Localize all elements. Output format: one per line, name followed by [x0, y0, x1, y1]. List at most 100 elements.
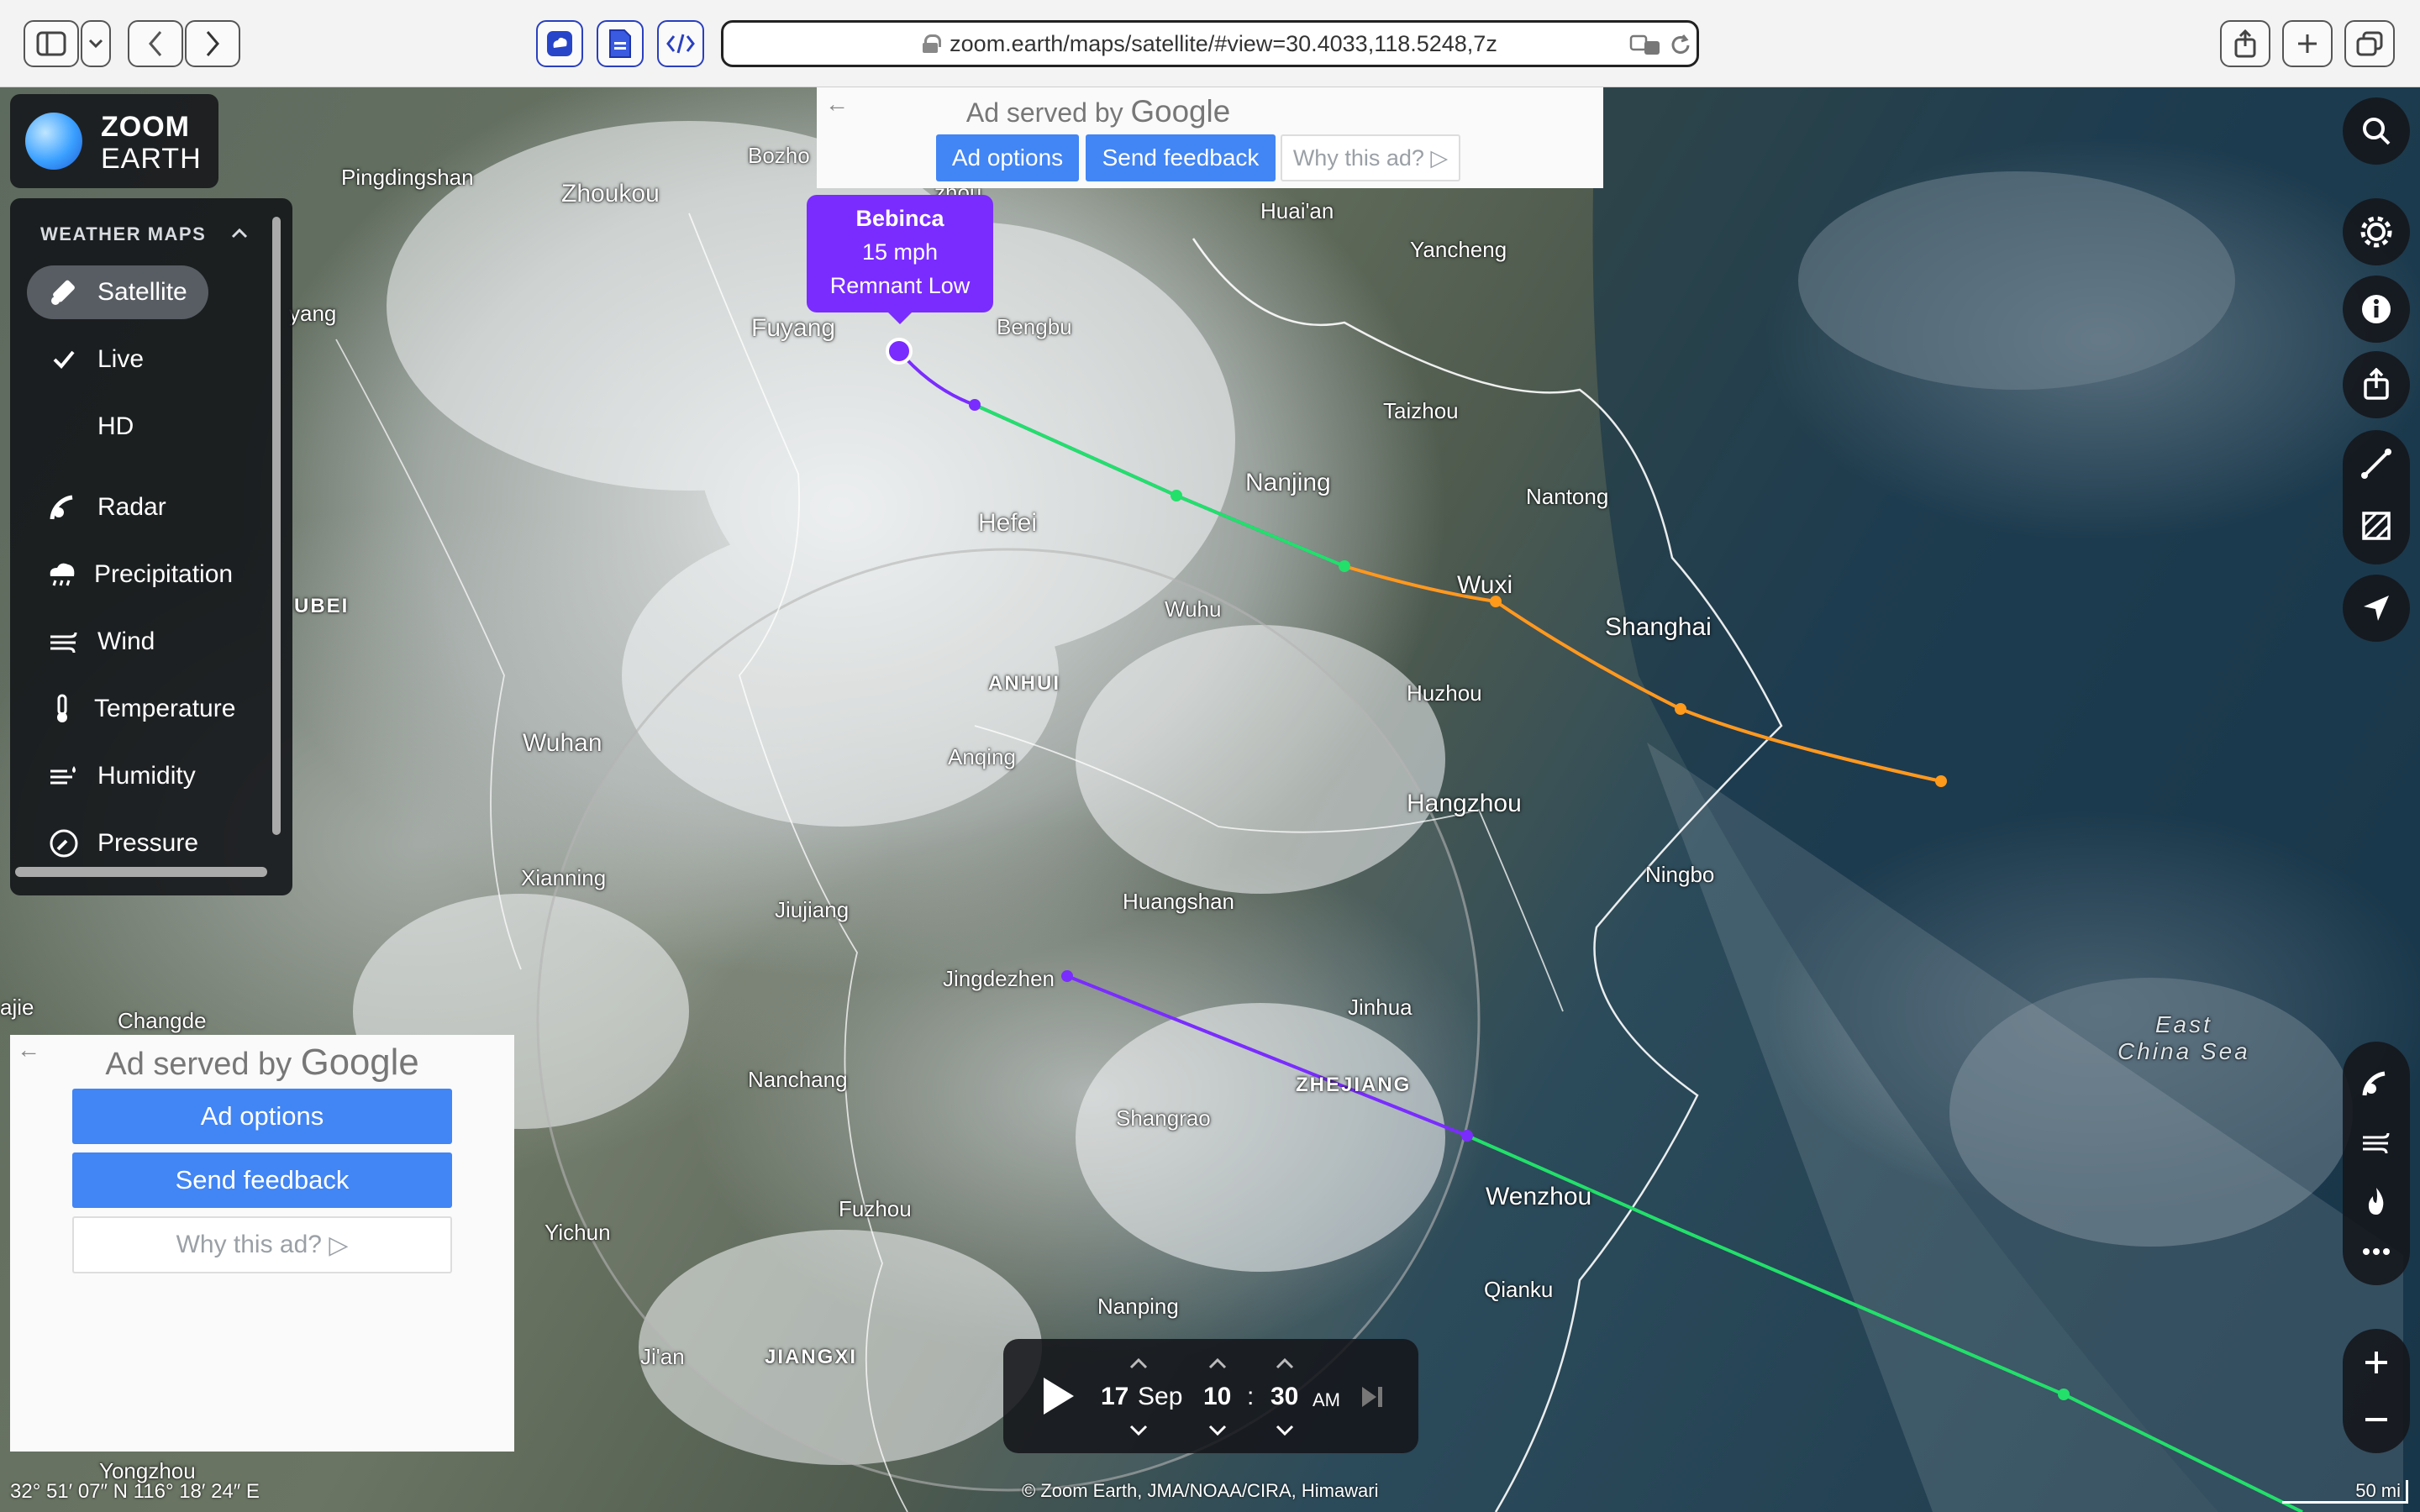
track-point[interactable]: [1461, 1130, 1473, 1142]
layer-satellite[interactable]: Satellite: [27, 265, 208, 319]
sea-label: East China Sea: [2118, 1011, 2250, 1065]
layer-humidity[interactable]: Humidity: [27, 749, 208, 803]
month-value[interactable]: Sep: [1138, 1383, 1182, 1411]
precipitation-icon: [45, 556, 79, 593]
extension-button-1[interactable]: [536, 20, 583, 67]
send-feedback-button[interactable]: Send feedback: [72, 1152, 452, 1208]
storm-speed: 15 mph: [861, 239, 939, 265]
city-label: Taizhou: [1383, 398, 1459, 423]
sidebar-icon: [36, 31, 66, 56]
why-this-ad-button[interactable]: Why this ad? ▷: [1281, 134, 1460, 181]
city-label: Qianku: [1484, 1277, 1554, 1302]
chevron-up-icon[interactable]: [1276, 1357, 1294, 1369]
tab-groups-dropdown[interactable]: [81, 20, 111, 67]
play-icon[interactable]: [1039, 1374, 1077, 1418]
tab-overview-button[interactable]: [2344, 20, 2395, 67]
track-point[interactable]: [1061, 970, 1073, 982]
extension-button-2[interactable]: [597, 20, 644, 67]
radar-overlay-button[interactable]: [2343, 1050, 2410, 1117]
layer-label: Satellite: [97, 278, 187, 306]
chevron-down-icon[interactable]: [1276, 1425, 1294, 1436]
track-point[interactable]: [1339, 560, 1350, 572]
lock-icon: [923, 34, 942, 53]
track-point[interactable]: [969, 399, 981, 411]
why-this-ad-label: Why this ad?: [1292, 144, 1424, 171]
extension-button-3[interactable]: [657, 20, 704, 67]
layer-radar[interactable]: Radar: [27, 480, 208, 534]
share-map-button[interactable]: [2343, 351, 2410, 418]
city-label: Nantong: [1526, 484, 1609, 509]
measure-area-button[interactable]: [2343, 492, 2410, 559]
city-label: Ji'an: [640, 1344, 685, 1369]
layer-pressure[interactable]: Pressure: [27, 816, 208, 870]
ad-options-button[interactable]: Ad options: [936, 134, 1079, 181]
ad-options-button[interactable]: Ad options: [72, 1089, 452, 1144]
city-label: ajie: [0, 995, 34, 1020]
translate-icon[interactable]: [1629, 33, 1663, 58]
layer-temperature[interactable]: Temperature: [27, 682, 235, 736]
zoom-earth-logo[interactable]: ZOOM EARTH: [10, 94, 218, 188]
reload-icon[interactable]: [1668, 33, 1693, 58]
panel-header[interactable]: WEATHER MAPS: [40, 223, 206, 245]
new-tab-button[interactable]: [2282, 20, 2333, 67]
chevron-down-icon[interactable]: [1208, 1425, 1227, 1436]
sea-label-line1: East: [2154, 1011, 2212, 1037]
settings-button[interactable]: [2343, 198, 2410, 265]
day-value[interactable]: 17: [1101, 1383, 1128, 1411]
city-label: Bozho: [748, 143, 810, 168]
city-label: Bengbu: [997, 314, 1072, 339]
city-label: Huzhou: [1407, 680, 1482, 706]
storm-marker[interactable]: [886, 338, 913, 365]
chevron-up-icon[interactable]: [1208, 1357, 1227, 1369]
cursor-coordinates: 32° 51′ 07″ N 116° 18′ 24″ E: [10, 1480, 260, 1503]
city-label: Shanghai: [1605, 613, 1712, 641]
minute-value[interactable]: 30: [1270, 1383, 1298, 1411]
city-label: Huangshan: [1123, 889, 1234, 914]
url-text: zoom.earth/maps/satellite/#view=30.4033,…: [950, 30, 1497, 56]
track-point[interactable]: [1171, 490, 1182, 501]
chevron-down-icon[interactable]: [1129, 1425, 1148, 1436]
track-point[interactable]: [1675, 703, 1686, 715]
zoom-out-button[interactable]: [2343, 1386, 2410, 1453]
pressure-icon: [45, 825, 82, 862]
layer-label: HD: [97, 412, 134, 440]
hour-value[interactable]: 10: [1203, 1383, 1231, 1411]
storm-tooltip[interactable]: Bebinca 15 mph Remnant Low: [807, 195, 993, 324]
back-button[interactable]: [128, 20, 183, 67]
panel-vertical-scrollbar[interactable]: [272, 217, 281, 835]
city-label: Wuhan: [523, 729, 602, 757]
skip-to-latest-icon[interactable]: [1360, 1384, 1385, 1410]
cloud-extension-icon: [547, 31, 572, 56]
more-options-button[interactable]: [2343, 1218, 2410, 1285]
browser-toolbar: zoom.earth/maps/satellite/#view=30.4033,…: [0, 0, 2420, 87]
address-bar[interactable]: zoom.earth/maps/satellite/#view=30.4033,…: [721, 20, 1699, 67]
layer-wind[interactable]: Wind: [27, 615, 208, 669]
chevron-up-icon[interactable]: [1129, 1357, 1148, 1369]
city-label: Nanchang: [748, 1067, 848, 1092]
track-point[interactable]: [2058, 1389, 2070, 1400]
city-label: Zhoukou: [561, 180, 660, 207]
logo-text-line2: EARTH: [101, 143, 202, 175]
forward-button[interactable]: [185, 20, 240, 67]
send-feedback-button[interactable]: Send feedback: [1086, 134, 1276, 181]
wind-overlay-button[interactable]: [2343, 1109, 2410, 1176]
track-point[interactable]: [1935, 775, 1947, 787]
code-icon: [666, 34, 695, 54]
measure-distance-button[interactable]: [2343, 430, 2410, 497]
city-label: Shangrao: [1116, 1105, 1211, 1131]
city-label: yang: [289, 301, 337, 326]
ad-served-by: Ad served by Google: [10, 1042, 514, 1084]
panel-horizontal-scrollbar[interactable]: [15, 867, 267, 877]
layer-live[interactable]: Live: [27, 333, 208, 386]
chevron-up-icon[interactable]: [230, 223, 249, 242]
why-this-ad-button[interactable]: Why this ad? ▷: [72, 1216, 452, 1273]
share-button[interactable]: [2220, 20, 2270, 67]
layer-hd[interactable]: HD: [27, 400, 208, 454]
layer-precipitation[interactable]: Precipitation: [27, 548, 233, 601]
info-button[interactable]: [2343, 276, 2410, 343]
sidebar-toggle-button[interactable]: [24, 20, 79, 67]
region-label: JIANGXI: [765, 1346, 858, 1368]
locate-me-button[interactable]: [2343, 575, 2410, 642]
region-label: ZHEJIANG: [1296, 1074, 1412, 1096]
search-button[interactable]: [2343, 97, 2410, 165]
